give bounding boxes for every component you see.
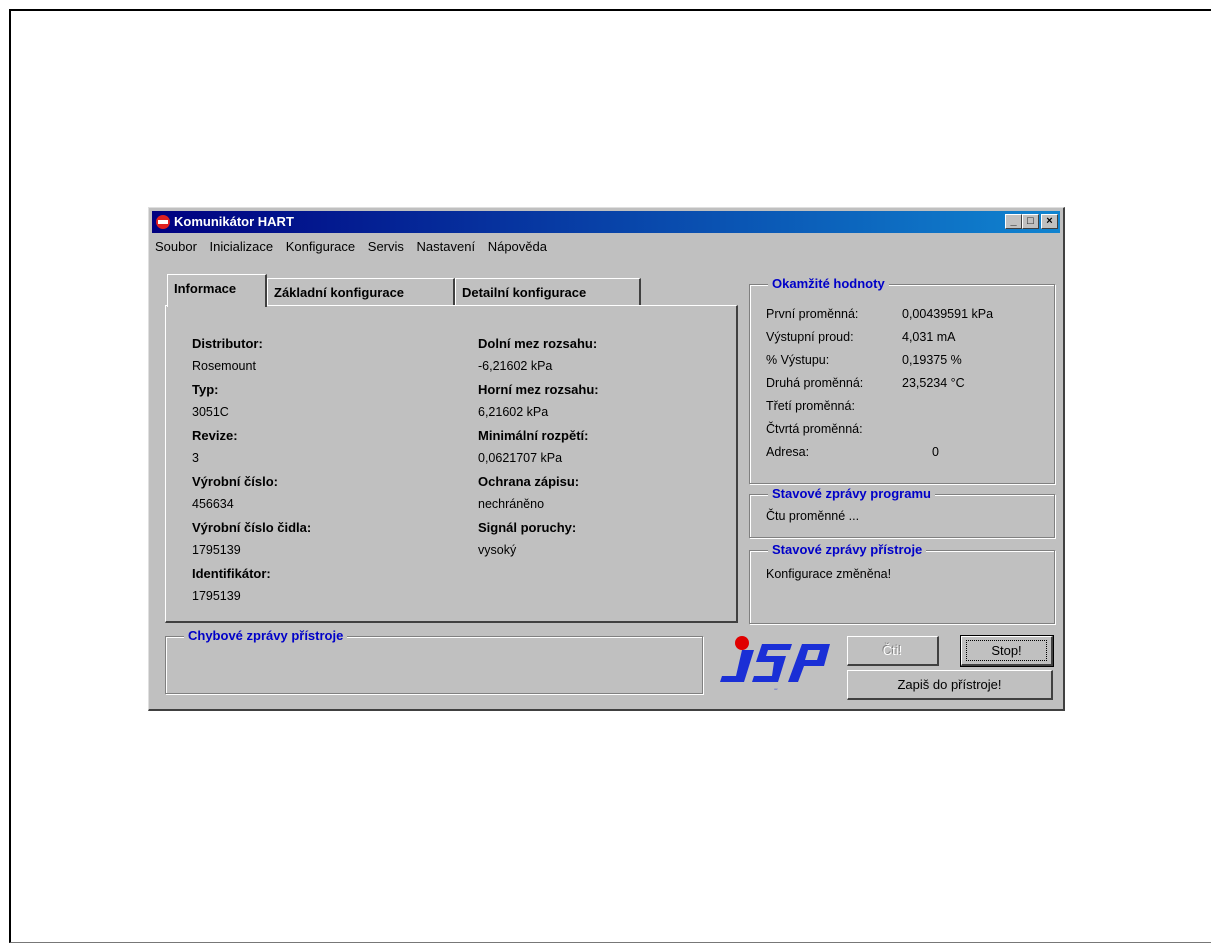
- dolni-mez-value: -6,21602 kPa: [478, 359, 553, 373]
- ochrana-zapisu-value: nechráněno: [478, 497, 545, 511]
- signal-poruchy-label: Signál poruchy:: [478, 520, 577, 535]
- minimize-button[interactable]: _: [1005, 214, 1022, 229]
- tab-zakladni-konfigurace[interactable]: Základní konfigurace: [267, 278, 455, 305]
- menu-soubor[interactable]: Soubor: [155, 239, 197, 254]
- distributor-label: Distributor:: [192, 336, 263, 351]
- close-icon: ×: [1046, 215, 1053, 227]
- info-tab-panel: Distributor: Rosemount Typ: 3051C Revize…: [165, 305, 738, 623]
- close-button[interactable]: ×: [1041, 214, 1058, 229]
- menu-napoveda[interactable]: Nápověda: [488, 239, 547, 254]
- stop-focus-rect: [966, 640, 1047, 661]
- read-button[interactable]: Čti!: [847, 636, 939, 666]
- min-rozpeti-value: 0,0621707 kPa: [478, 451, 563, 465]
- signal-poruchy-value: vysoký: [478, 543, 517, 557]
- ochrana-zapisu-label: Ochrana zápisu:: [478, 474, 580, 489]
- title-bar[interactable]: Komunikátor HART _ □ ×: [152, 211, 1060, 233]
- revize-label: Revize:: [192, 428, 238, 443]
- error-messages-title: Chybové zprávy přístroje: [184, 628, 348, 643]
- typ-value: 3051C: [192, 405, 229, 419]
- write-to-device-button[interactable]: Zapiš do přístroje!: [847, 670, 1053, 700]
- device-status-group: Stavové zprávy přístroje Konfigurace změ…: [749, 542, 1055, 624]
- prvni-promenna-label: První proměnná:: [766, 307, 859, 321]
- app-icon: [156, 215, 170, 229]
- min-rozpeti-label: Minimální rozpětí:: [478, 428, 589, 443]
- jsp-logo-text: JSP: [774, 689, 778, 691]
- adresa-value: 0: [932, 445, 939, 459]
- info-left-column: Distributor: Rosemount Typ: 3051C Revize…: [192, 332, 311, 608]
- adresa-label: Adresa:: [766, 445, 810, 459]
- procento-vystupu-value: 0,19375 %: [902, 353, 962, 367]
- menu-konfigurace[interactable]: Konfigurace: [286, 239, 355, 254]
- prvni-promenna-value: 0,00439591 kPa: [902, 307, 994, 321]
- revize-value: 3: [192, 451, 199, 465]
- vystupni-proud-value: 4,031 mA: [902, 330, 956, 344]
- device-status-text: Konfigurace změněna!: [766, 567, 892, 581]
- druha-promenna-value: 23,5234 °C: [902, 376, 965, 390]
- jsp-logo-dot: [735, 636, 749, 650]
- info-right-column: Dolní mez rozsahu: -6,21602 kPa Horní me…: [478, 332, 599, 562]
- jsp-logo-letters: [720, 644, 830, 682]
- okamzite-hodnoty-title: Okamžité hodnoty: [768, 276, 889, 291]
- druha-promenna-label: Druhá proměnná:: [766, 376, 864, 390]
- vyrobni-cislo-cidla-value: 1795139: [192, 543, 241, 557]
- menu-bar: Soubor Inicializace Konfigurace Servis N…: [155, 239, 556, 259]
- stop-button[interactable]: Stop!: [960, 635, 1054, 667]
- program-status-group: Stavové zprávy programu Čtu proměnné ...: [749, 486, 1055, 538]
- maximize-button[interactable]: □: [1022, 214, 1039, 229]
- program-status-title: Stavové zprávy programu: [768, 486, 935, 501]
- vyrobni-cislo-label: Výrobní číslo:: [192, 474, 278, 489]
- tab-informace[interactable]: Informace: [167, 274, 267, 307]
- app-window: Komunikátor HART _ □ × Soubor Inicializa…: [148, 207, 1065, 711]
- treti-promenna-label: Třetí proměnná:: [766, 399, 855, 413]
- window-title: Komunikátor HART: [174, 214, 294, 229]
- identifikator-value: 1795139: [192, 589, 241, 603]
- procento-vystupu-label: % Výstupu:: [766, 353, 830, 367]
- menu-inicializace[interactable]: Inicializace: [210, 239, 274, 254]
- menu-nastaveni[interactable]: Nastavení: [417, 239, 476, 254]
- jsp-logo: JSP: [720, 636, 830, 691]
- maximize-icon: □: [1027, 215, 1034, 227]
- typ-label: Typ:: [192, 382, 219, 397]
- menu-servis[interactable]: Servis: [368, 239, 404, 254]
- device-status-title: Stavové zprávy přístroje: [768, 542, 927, 557]
- error-messages-group: Chybové zprávy přístroje: [165, 628, 703, 694]
- vyrobni-cislo-cidla-label: Výrobní číslo čidla:: [192, 520, 312, 535]
- identifikator-label: Identifikátor:: [192, 566, 271, 581]
- ctvrta-promenna-label: Čtvrtá proměnná:: [766, 422, 863, 436]
- minimize-icon: _: [1010, 215, 1017, 227]
- vyrobni-cislo-value: 456634: [192, 497, 234, 511]
- okamzite-hodnoty-group: Okamžité hodnoty První proměnná: 0,00439…: [749, 276, 1055, 484]
- distributor-value: Rosemount: [192, 359, 256, 373]
- dolni-mez-label: Dolní mez rozsahu:: [478, 336, 598, 351]
- tab-detailni-konfigurace[interactable]: Detailní konfigurace: [455, 278, 641, 305]
- vystupni-proud-label: Výstupní proud:: [766, 330, 854, 344]
- program-status-text: Čtu proměnné ...: [766, 509, 860, 523]
- horni-mez-value: 6,21602 kPa: [478, 405, 549, 419]
- horni-mez-label: Horní mez rozsahu:: [478, 382, 599, 397]
